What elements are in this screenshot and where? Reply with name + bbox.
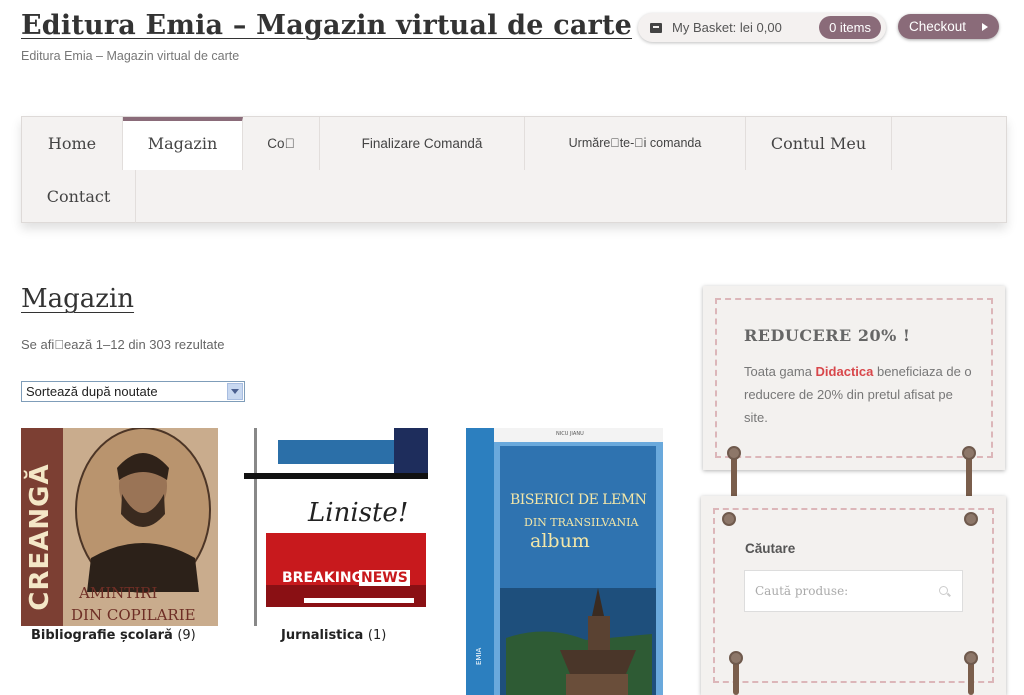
nav-item-magazin[interactable]: Magazin: [123, 117, 243, 170]
liniste-title: Liniste!: [308, 498, 409, 528]
search-placeholder: Caută produse:: [755, 584, 849, 598]
product-image-biserici-de-lemn[interactable]: NICU JIANU BISERICI DE LEMN DIN TRANSILV…: [466, 428, 663, 695]
page-title: Magazin: [21, 284, 135, 314]
search-input[interactable]: Caută produse:: [744, 570, 963, 612]
biserici-cover-art: [466, 428, 663, 695]
creanga-title-area: CREANGĂ: [23, 458, 61, 618]
site-title[interactable]: Editura Emia – Magazin virtual de carte: [21, 10, 632, 41]
nav-item-home[interactable]: Home: [22, 117, 123, 170]
nav-item-contul-meu[interactable]: Contul Meu: [746, 117, 892, 170]
nav-item-urmareste-comanda[interactable]: Urmăre te- i comanda: [525, 117, 746, 170]
biserici-title-3: album: [530, 530, 590, 552]
creanga-title: CREANGĂ: [25, 463, 55, 611]
basket-total: My Basket: lei 0,00: [672, 20, 782, 35]
promo-text-before: Toata gama: [744, 364, 816, 379]
hanging-rope-right-bottom: [968, 660, 974, 695]
rope-knot-icon: [964, 512, 978, 526]
category-label-bibliografie[interactable]: Bibliografie școlară (9): [31, 628, 196, 643]
category-count: (9): [177, 628, 196, 643]
biserici-publisher: EMIA: [475, 647, 483, 665]
creanga-subtitle-2: DIN COPILARIE: [71, 606, 196, 624]
nav-item-cos[interactable]: Co : [243, 117, 320, 170]
chevron-down-icon[interactable]: [227, 383, 243, 400]
rope-peg-icon: [964, 651, 978, 665]
search-heading: Căutare: [745, 541, 796, 556]
biserici-title-2: DIN TRANSILVANIA: [524, 516, 639, 529]
category-label-jurnalistica[interactable]: Jurnalistica (1): [281, 628, 386, 643]
product-image-creanga[interactable]: CREANGĂ AMINTIRI DIN COPILARIE: [21, 428, 218, 626]
sort-selected-value: Sortează după noutate: [26, 384, 158, 399]
category-count: (1): [367, 628, 387, 643]
news-label: NEWS: [359, 570, 410, 586]
basket-widget[interactable]: My Basket: lei 0,00 0 items: [638, 13, 886, 42]
site-description: Editura Emia – Magazin virtual de carte: [21, 49, 240, 63]
biserici-title-1: BISERICI DE LEMN: [510, 492, 647, 508]
breaking-label: BREAKING: [282, 570, 364, 586]
rope-knot-icon: [722, 512, 736, 526]
category-name: Jurnalistica: [281, 628, 364, 643]
rope-peg-icon: [729, 651, 743, 665]
product-image-jurnalistica[interactable]: Liniste! BREAKING NEWS: [244, 428, 432, 626]
search-icon[interactable]: [939, 586, 948, 595]
items-count-badge[interactable]: 0 items: [819, 16, 881, 39]
nav-item-finalizare-comanda[interactable]: Finalizare Comandă: [320, 117, 525, 170]
promo-link-didactica[interactable]: Didactica: [816, 364, 874, 379]
rope-peg-icon: [727, 446, 741, 460]
promo-text: Toata gama Didactica beneficiaza de o re…: [744, 360, 974, 429]
hanging-rope-left-bottom: [733, 660, 739, 695]
promo-title: REDUCERE 20% !: [744, 326, 911, 345]
sort-select[interactable]: Sortează după noutate: [21, 381, 245, 402]
checkout-button[interactable]: Checkout: [898, 14, 999, 39]
biserici-author: NICU JIANU: [556, 431, 584, 437]
rope-peg-icon: [962, 446, 976, 460]
play-arrow-icon: [982, 23, 988, 31]
main-navigation: Home Magazin Co  Finalizare Comandă Urmă…: [21, 116, 1007, 223]
nav-item-contact[interactable]: Contact: [22, 170, 136, 223]
checkout-label: Checkout: [909, 19, 967, 34]
creanga-subtitle-1: AMINTIRI: [79, 584, 158, 602]
basket-icon: [650, 22, 662, 33]
result-count: Se afi ează 1–12 din 303 rezultate: [21, 337, 225, 352]
category-name: Bibliografie școlară: [31, 628, 173, 643]
